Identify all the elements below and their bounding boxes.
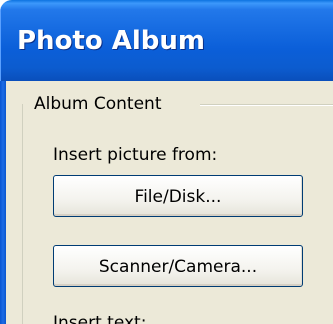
insert-picture-from-label: Insert picture from: bbox=[53, 145, 218, 165]
album-content-group-line bbox=[200, 104, 333, 106]
file-disk-button[interactable]: File/Disk... bbox=[53, 175, 303, 217]
photo-album-dialog: Photo Album Album Content Insert picture… bbox=[0, 0, 333, 324]
screenshot-page: Photo Album Album Content Insert picture… bbox=[0, 0, 333, 324]
title-bar[interactable]: Photo Album bbox=[0, 0, 333, 81]
window-title: Photo Album bbox=[17, 26, 206, 56]
album-content-group-label: Album Content bbox=[34, 94, 167, 114]
scanner-camera-button[interactable]: Scanner/Camera... bbox=[53, 245, 303, 287]
album-content-group-border bbox=[22, 104, 23, 324]
insert-text-label: Insert text: bbox=[53, 313, 147, 324]
